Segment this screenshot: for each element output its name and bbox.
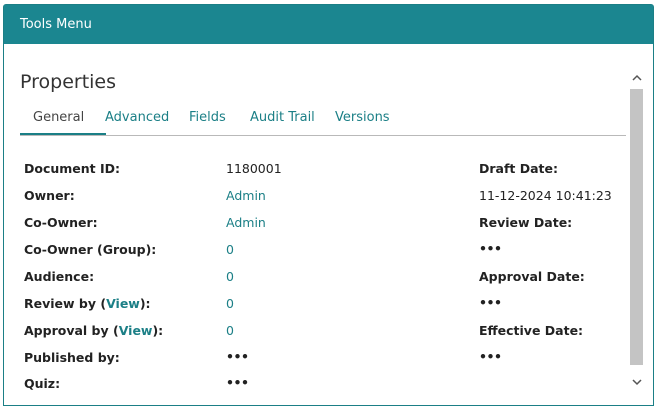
approval-by-label-suffix: ): [152, 323, 164, 338]
effective-date-label: Effective Date: [479, 323, 584, 338]
approval-by-view-link[interactable]: View [119, 323, 153, 338]
review-date-value: ••• [479, 241, 502, 256]
document-id-label: Document ID: [24, 161, 121, 176]
published-by-value: ••• [226, 349, 249, 364]
vertical-scrollbar[interactable] [628, 72, 645, 392]
approval-by-label: Approval by (View): [24, 323, 163, 338]
co-owner-group-link[interactable]: 0 [226, 242, 234, 257]
co-owner-link[interactable]: Admin [226, 215, 266, 230]
tab-general[interactable]: General [33, 110, 84, 125]
owner-label: Owner: [24, 188, 75, 203]
quiz-value: ••• [226, 375, 249, 390]
quiz-label: Quiz: [24, 376, 61, 391]
scrollbar-thumb[interactable] [630, 89, 643, 365]
draft-date-label: Draft Date: [479, 161, 559, 176]
tab-advanced[interactable]: Advanced [105, 110, 169, 125]
effective-date-value: ••• [479, 349, 502, 364]
tab-versions[interactable]: Versions [335, 110, 390, 125]
review-by-label-text: Review by ( [24, 296, 107, 311]
review-by-view-link[interactable]: View [106, 296, 140, 311]
co-owner-group-label: Co-Owner (Group): [24, 242, 157, 257]
draft-date-value: 11-12-2024 10:41:23 [479, 188, 612, 203]
approval-by-label-text: Approval by ( [24, 323, 119, 338]
tools-menu-panel: Tools Menu Properties General Advanced F… [3, 4, 654, 406]
properties-tabs: General Advanced Fields Audit Trail Vers… [20, 108, 626, 136]
properties-title: Properties [20, 71, 117, 93]
active-tab-indicator [20, 133, 106, 135]
published-by-label: Published by: [24, 350, 120, 365]
tools-menu-header: Tools Menu [4, 5, 653, 44]
owner-link[interactable]: Admin [226, 188, 266, 203]
review-date-label: Review Date: [479, 215, 573, 230]
approval-date-value: ••• [479, 295, 502, 310]
scroll-down-arrow-icon[interactable] [628, 376, 645, 392]
document-id-value: 1180001 [226, 161, 282, 176]
approval-by-count-link[interactable]: 0 [226, 323, 234, 338]
audience-label: Audience: [24, 269, 95, 284]
scroll-up-arrow-icon[interactable] [628, 72, 645, 88]
approval-date-label: Approval Date: [479, 269, 585, 284]
review-by-label: Review by (View): [24, 296, 151, 311]
audience-link[interactable]: 0 [226, 269, 234, 284]
co-owner-label: Co-Owner: [24, 215, 98, 230]
tab-fields[interactable]: Fields [189, 110, 226, 125]
review-by-count-link[interactable]: 0 [226, 296, 234, 311]
review-by-label-suffix: ): [139, 296, 151, 311]
tab-audit-trail[interactable]: Audit Trail [250, 110, 315, 125]
